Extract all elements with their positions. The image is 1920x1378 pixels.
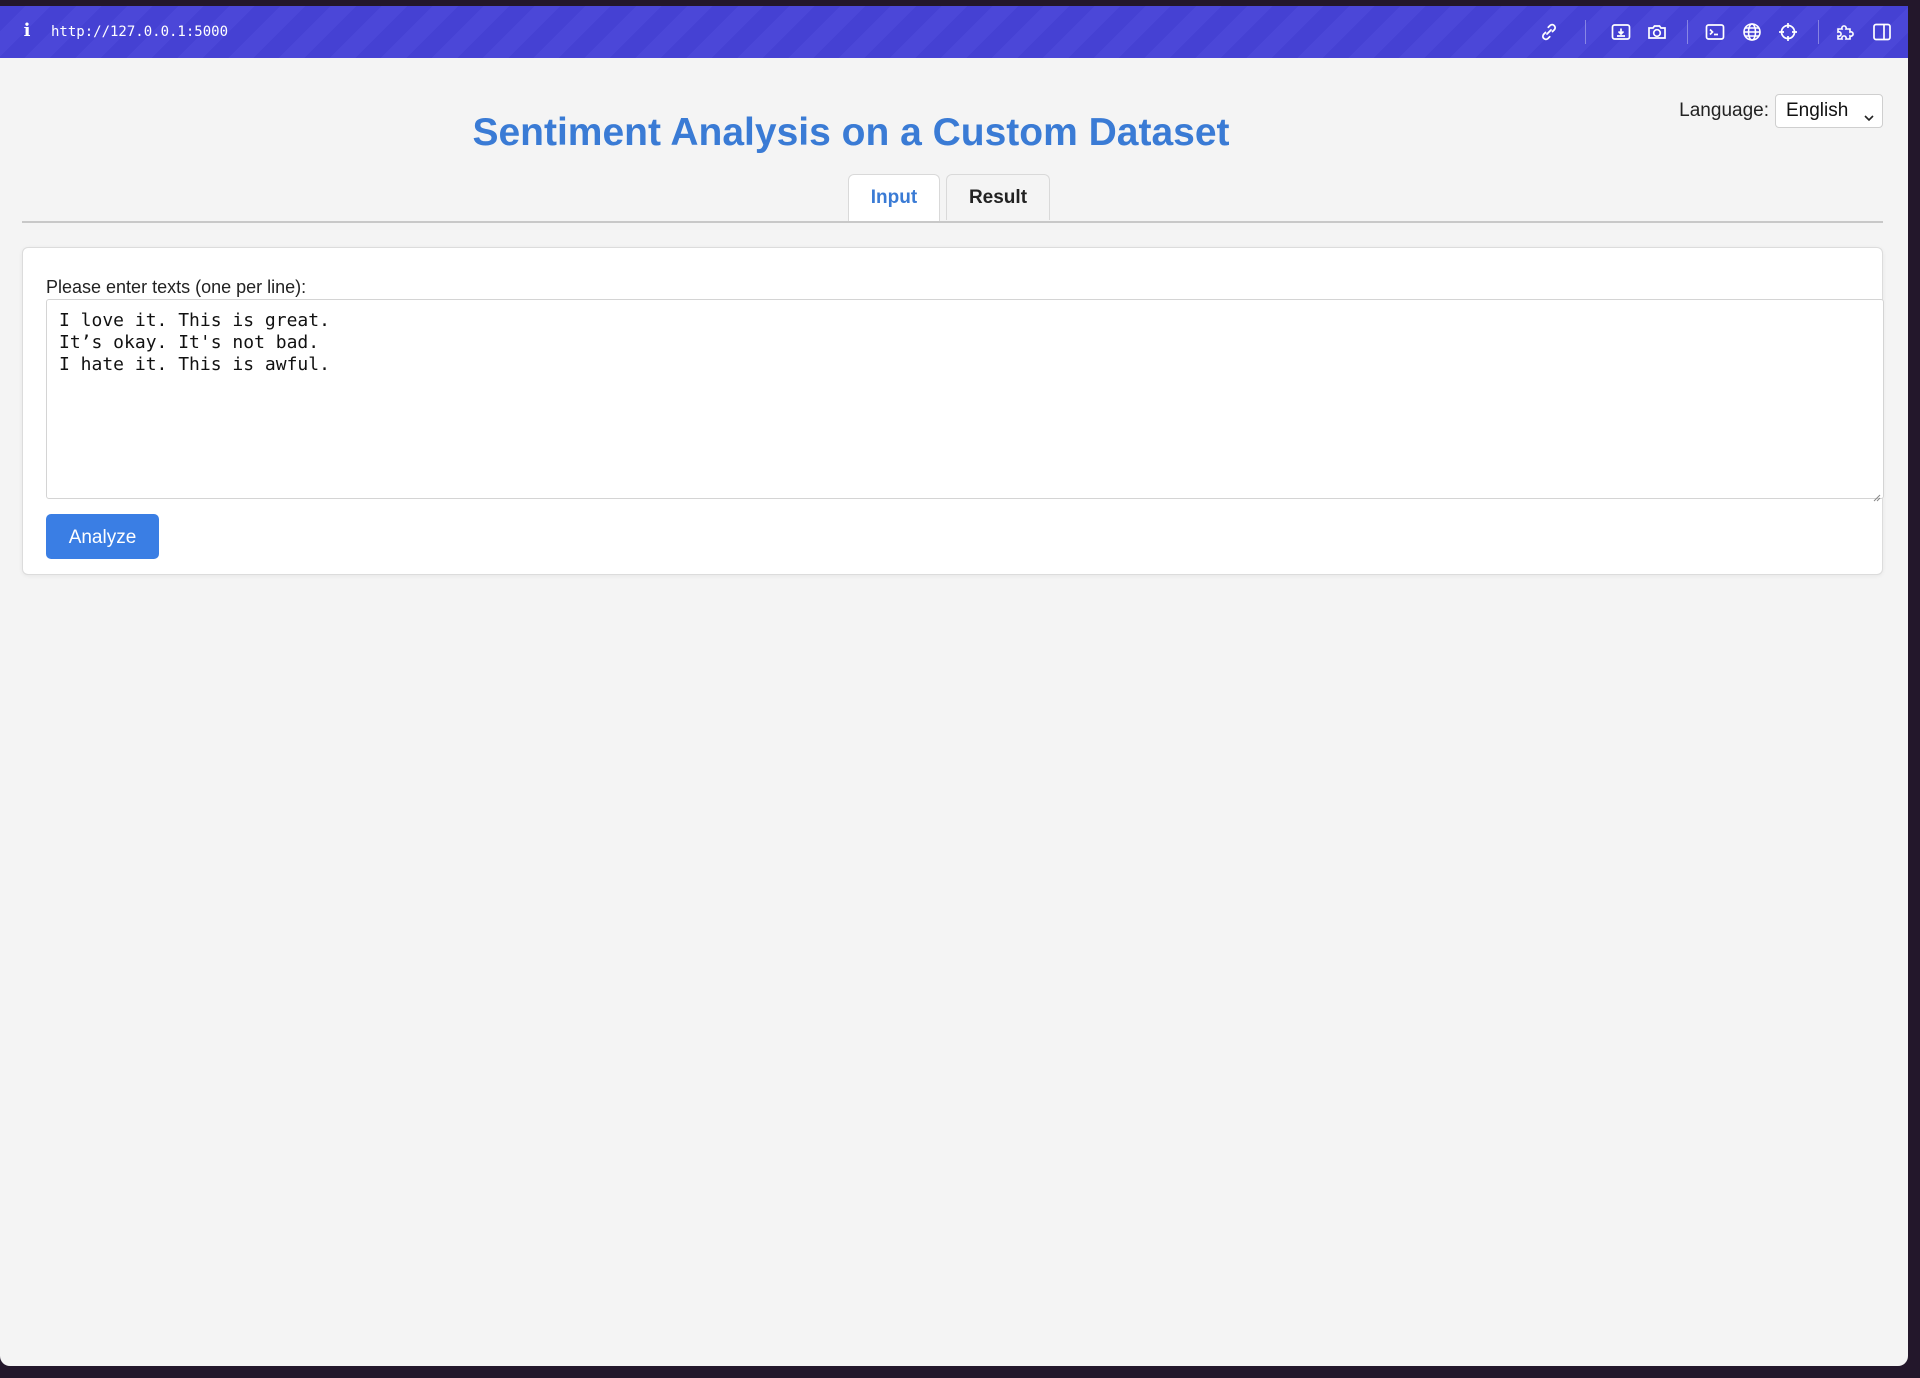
language-select-value: English: [1786, 100, 1849, 121]
extensions-icon[interactable]: [1833, 20, 1857, 44]
page-title: Sentiment Analysis on a Custom Dataset: [472, 111, 1230, 154]
toolbar-separator: [1687, 20, 1688, 44]
toolbar-separator: [1585, 20, 1586, 44]
tab-divider: [22, 221, 1883, 223]
input-panel: Please enter texts (one per line): I lov…: [22, 247, 1884, 575]
browser-window: i http://127.0.0.1:5000 Language: Englis…: [0, 6, 1908, 1366]
info-icon[interactable]: i: [20, 20, 34, 42]
split-view-icon[interactable]: [1870, 20, 1894, 44]
tab-result[interactable]: Result: [946, 174, 1050, 220]
language-selector-group: Language: English: [1679, 93, 1883, 129]
link-icon[interactable]: [1537, 20, 1561, 44]
texts-label: Please enter texts (one per line):: [46, 277, 307, 297]
globe-icon[interactable]: [1740, 20, 1764, 44]
screenshot-area-icon[interactable]: [1609, 20, 1633, 44]
crosshair-icon[interactable]: [1776, 20, 1800, 44]
address-bar-url[interactable]: http://127.0.0.1:5000: [51, 23, 228, 41]
browser-toolbar: i http://127.0.0.1:5000: [0, 6, 1908, 58]
chevron-down-icon: [1862, 104, 1876, 122]
resize-grip-icon[interactable]: [1871, 486, 1881, 502]
language-select[interactable]: English: [1775, 94, 1883, 128]
tab-input[interactable]: Input: [848, 174, 940, 222]
texts-input[interactable]: I love it. This is great. It’s okay. It'…: [46, 299, 1884, 502]
terminal-icon[interactable]: [1703, 20, 1727, 44]
analyze-button[interactable]: Analyze: [46, 514, 159, 559]
toolbar-separator: [1818, 20, 1819, 44]
camera-icon[interactable]: [1645, 20, 1669, 44]
tab-bar: Input Result: [848, 174, 1056, 228]
